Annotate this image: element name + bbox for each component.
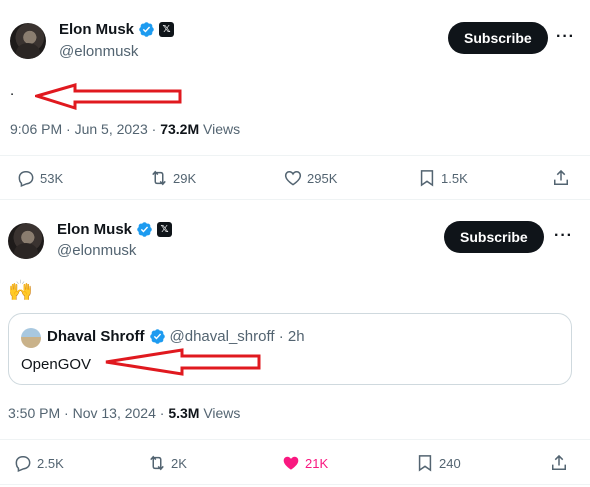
verified-badge-icon [139, 22, 154, 37]
views-label: Views [199, 405, 241, 421]
like-button[interactable]: 21K [281, 453, 328, 473]
reply-count: 2.5K [37, 455, 64, 471]
tweet-2: Elon Musk 𝕏 @elonmusk Subscribe ··· 🙌 Dh… [0, 200, 590, 487]
reply-count: 53K [40, 170, 64, 186]
bookmark-button[interactable]: 240 [415, 453, 461, 473]
views-count: 73.2M [160, 121, 200, 137]
quoted-author-name: Dhaval Shroff [47, 328, 145, 345]
more-options-icon[interactable]: ··· [554, 227, 573, 245]
timestamp[interactable]: 3:50 PM · Nov 13, 2024 · [8, 405, 168, 421]
quoted-handle-time: @dhaval_shroff · 2h [169, 328, 305, 345]
like-button[interactable]: 295K [283, 168, 337, 188]
bookmark-icon [418, 455, 432, 472]
repost-icon [150, 455, 164, 471]
author-handle[interactable]: @elonmusk [59, 43, 138, 60]
author-row: Elon Musk 𝕏 [57, 221, 173, 238]
tweet-meta: 9:06 PM · Jun 5, 2023 · 73.2M Views [10, 121, 240, 137]
bookmark-count: 240 [439, 455, 461, 471]
repost-button[interactable]: 2K [147, 453, 187, 473]
author-handle[interactable]: @elonmusk [57, 242, 136, 259]
divider [0, 155, 590, 156]
reply-button[interactable]: 53K [16, 168, 63, 188]
tweet-text: 🙌 [8, 278, 33, 302]
divider [0, 484, 590, 485]
views-label: Views [199, 121, 241, 137]
repost-button[interactable]: 29K [149, 168, 196, 188]
repost-icon [152, 170, 166, 186]
share-button[interactable] [549, 453, 569, 473]
divider [0, 439, 590, 440]
repost-count: 2K [171, 455, 187, 471]
reply-button[interactable]: 2.5K [13, 453, 64, 473]
reply-icon [15, 456, 31, 473]
subscribe-button[interactable]: Subscribe [444, 221, 544, 253]
red-arrow-annotation [35, 83, 182, 111]
reply-icon [18, 171, 34, 188]
quoted-author-row: Dhaval Shroff @dhaval_shroff · 2h [47, 328, 305, 345]
author-name[interactable]: Elon Musk [57, 221, 132, 238]
avatar[interactable] [8, 223, 44, 259]
quoted-tweet[interactable]: Dhaval Shroff @dhaval_shroff · 2h OpenGO… [8, 313, 572, 385]
x-logo-icon: 𝕏 [159, 22, 175, 37]
x-logo-icon: 𝕏 [157, 222, 173, 237]
tweet-1: Elon Musk 𝕏 @elonmusk Subscribe ··· . 9:… [0, 0, 590, 200]
heart-icon [284, 170, 302, 186]
like-count: 295K [307, 170, 338, 186]
verified-badge-icon [137, 222, 152, 237]
timestamp[interactable]: 9:06 PM · Jun 5, 2023 · [10, 121, 160, 137]
bookmark-icon [420, 170, 434, 187]
author-row: Elon Musk 𝕏 [59, 21, 175, 38]
share-icon [552, 454, 566, 470]
heart-icon [283, 456, 299, 470]
share-button[interactable] [551, 168, 571, 188]
avatar[interactable] [10, 23, 46, 59]
author-name[interactable]: Elon Musk [59, 21, 134, 38]
repost-count: 29K [173, 170, 197, 186]
tweet-text: . [10, 82, 15, 99]
quoted-text: OpenGOV [21, 356, 92, 373]
tweet-meta: 3:50 PM · Nov 13, 2024 · 5.3M Views [8, 405, 240, 421]
verified-badge-icon [149, 329, 165, 344]
bookmark-count: 1.5K [441, 170, 468, 186]
like-count: 21K [305, 455, 329, 471]
subscribe-button[interactable]: Subscribe [448, 22, 548, 54]
bookmark-button[interactable]: 1.5K [417, 168, 468, 188]
quoted-avatar [21, 328, 41, 348]
views-count: 5.3M [168, 405, 200, 421]
share-icon [554, 169, 568, 185]
more-options-icon[interactable]: ··· [556, 28, 575, 46]
